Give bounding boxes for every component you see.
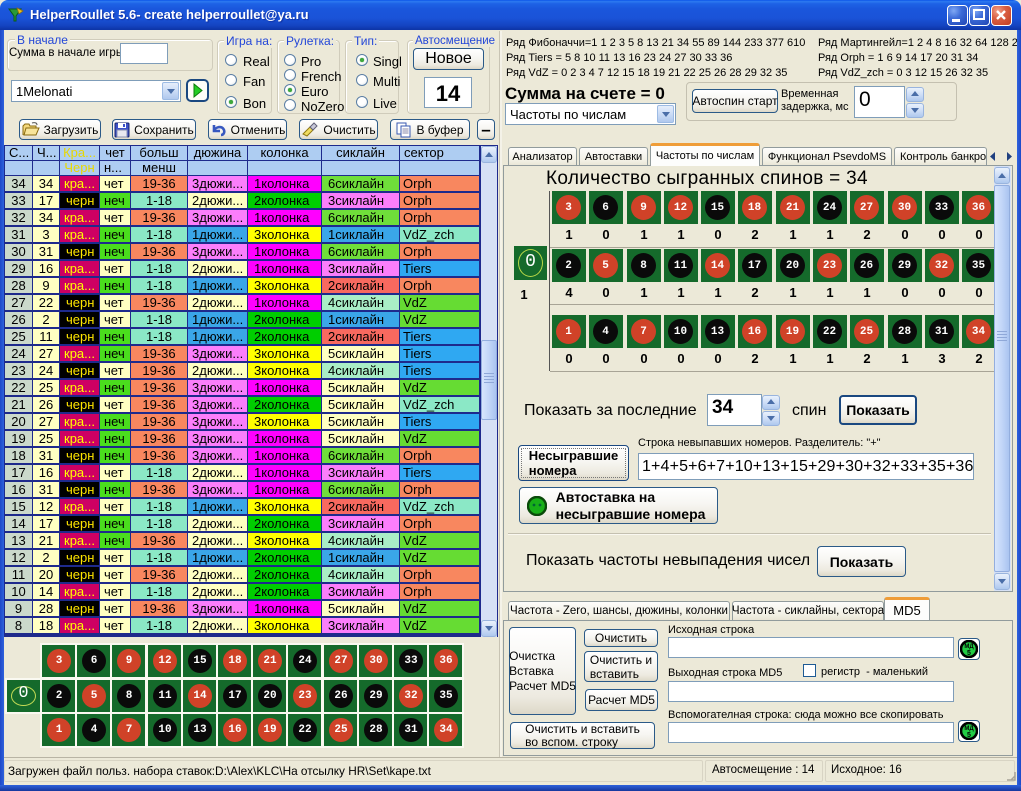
svg-text:5: 5 [967, 650, 971, 657]
svg-text:5: 5 [967, 732, 971, 739]
